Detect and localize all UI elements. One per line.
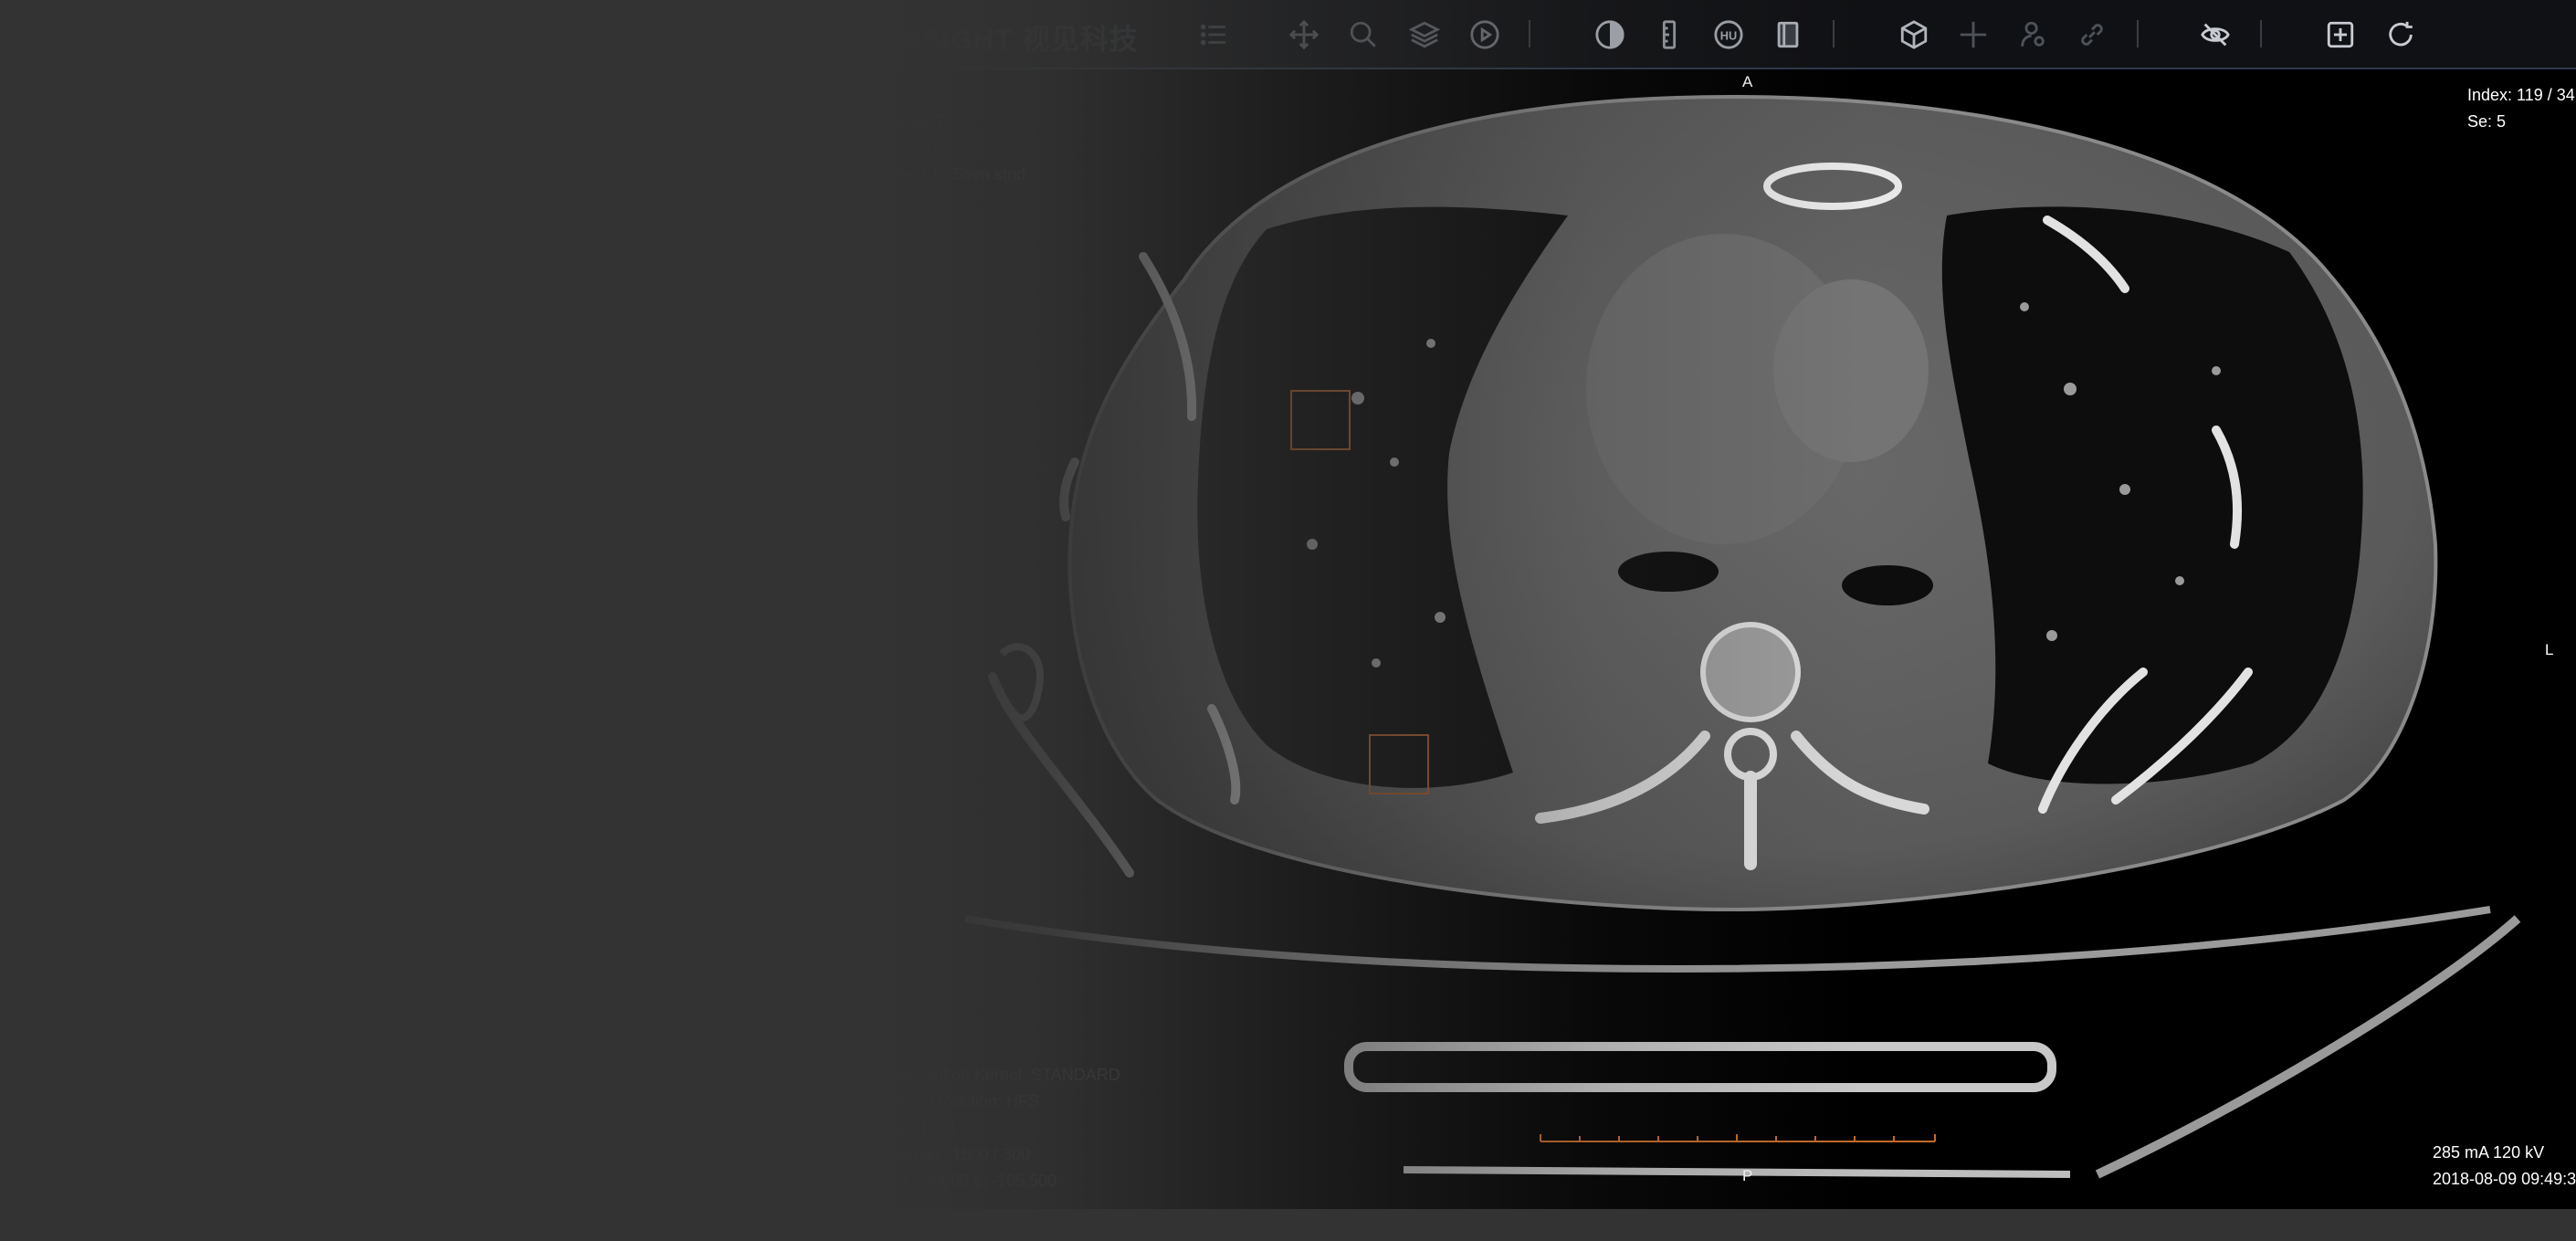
book-icon[interactable] [1771, 17, 1805, 52]
play-icon[interactable] [1467, 17, 1502, 52]
image-viewer[interactable]: A P L TF5 AH08BT M 59SY Chest 1.25mm stn… [883, 0, 2576, 1209]
zoom-icon[interactable] [1346, 17, 1381, 52]
overlay-bottom-right: 285 mA 120 kV 2018-08-09 09:49:3 [2433, 1140, 2576, 1193]
orientation-top: A [1742, 73, 1753, 90]
contrast-icon[interactable] [1593, 17, 1627, 52]
overlay-top-left: TF5 AH08BT M 59SY Chest 1.25mm stnd [883, 82, 1025, 188]
toolbar-divider [2260, 20, 2262, 47]
toolbar-divider [1529, 20, 1530, 47]
orientation-bottom: P [1742, 1167, 1753, 1184]
ruler-icon[interactable] [1652, 17, 1687, 52]
eye-off-icon[interactable] [2198, 17, 2233, 52]
overlay-text: WW/WL: 1500 / 300 [883, 1145, 1031, 1163]
datetime-text: 2018-08-09 09:49:3 [2433, 1170, 2576, 1188]
overlay-text: Convolution Kernel: STANDARD [883, 1066, 1120, 1084]
series-text: Se: 5 [2467, 112, 2507, 131]
overlay-text: M 59SY [883, 139, 942, 157]
overlay-text: Chest 1.25mm stnd [883, 165, 1026, 184]
overlay-top-right: Index: 119 / 34 Se: 5 [2467, 82, 2575, 135]
ct-image-area[interactable] [883, 69, 2576, 1209]
toolbar: IMSIGHT 视见科技 HU [883, 0, 2576, 69]
orientation-right: L [2545, 641, 2554, 658]
roi-box[interactable] [1369, 734, 1429, 794]
roi-box[interactable] [1290, 390, 1351, 450]
overlay-bottom-left: Convolution Kernel: STANDARD Patient Pos… [883, 1062, 1120, 1194]
crosshair-icon[interactable] [1956, 17, 1991, 52]
pan-icon[interactable] [1287, 17, 1321, 52]
cube-icon[interactable] [1897, 17, 1931, 52]
ct-axial-slice [964, 94, 2521, 1179]
link-icon[interactable] [2075, 17, 2109, 52]
person-icon[interactable] [2015, 17, 2050, 52]
layers-icon[interactable] [1407, 17, 1442, 52]
hu-icon[interactable]: HU [1711, 17, 1746, 52]
toolbar-divider [2137, 20, 2139, 47]
toolbar-divider [1833, 20, 1835, 47]
overlay-text: Img: 1024 [883, 1119, 957, 1137]
list-icon[interactable] [1196, 17, 1231, 52]
overlay-text: T: 1.250000 L: -105.500 [883, 1172, 1057, 1190]
tube-params-text: 285 mA 120 kV [2433, 1143, 2545, 1162]
overlay-text: Patient Position: HFS [883, 1092, 1040, 1110]
svg-text:HU: HU [1720, 29, 1737, 43]
index-text: Index: 119 / 34 [2467, 86, 2575, 104]
overlay-text: TF5 [883, 86, 913, 104]
overlay-text: AH08BT [883, 112, 946, 131]
refresh-icon[interactable] [2383, 17, 2418, 52]
add-icon[interactable] [2323, 17, 2358, 52]
app-logo: IMSIGHT 视见科技 [888, 24, 1139, 56]
